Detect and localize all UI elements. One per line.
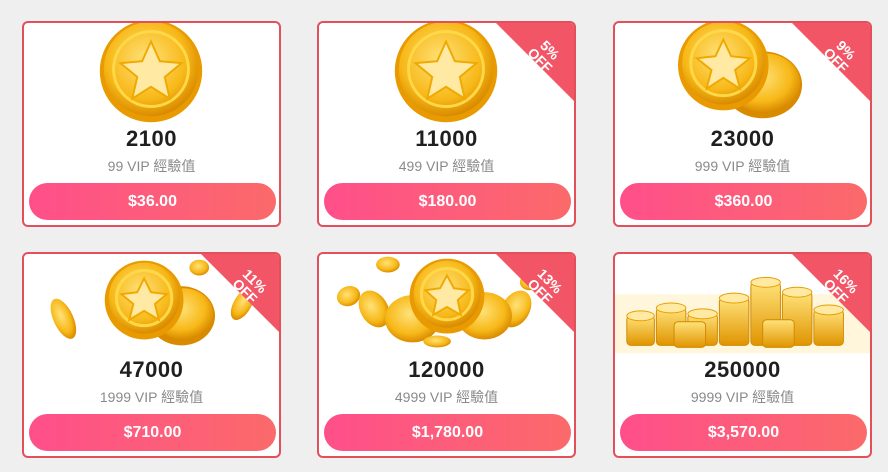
price-button[interactable]: $360.00 [620, 183, 867, 220]
price-button[interactable]: $180.00 [324, 183, 571, 220]
discount-ribbon: 9% OFF [792, 23, 870, 101]
coin-amount: 23000 [710, 126, 775, 151]
package-card[interactable]: 11% OFF 47000 1999 VIP 經驗值 $710.00 [22, 252, 281, 458]
vip-points: 999 VIP 經驗值 [694, 158, 791, 174]
price-button[interactable]: $3,570.00 [620, 414, 867, 451]
coin-amount: 47000 [119, 357, 184, 382]
coin-amount: 11000 [415, 126, 478, 151]
vip-points: 4999 VIP 經驗值 [394, 389, 499, 405]
package-card[interactable]: 16% OFF 250000 9999 VIP 經驗值 $3,570.00 [613, 252, 872, 458]
coin-amount: 120000 [408, 357, 485, 382]
vip-points: 9999 VIP 經驗值 [690, 389, 795, 405]
package-card[interactable]: 5% OFF 11000 499 VIP 經驗值 $180.00 [317, 21, 576, 227]
price-button[interactable]: $36.00 [29, 183, 276, 220]
price-button[interactable]: $710.00 [29, 414, 276, 451]
vip-points: 499 VIP 經驗值 [398, 158, 495, 174]
discount-ribbon: 16% OFF [792, 254, 870, 332]
vip-points: 1999 VIP 經驗值 [99, 389, 204, 405]
discount-ribbon: 11% OFF [201, 254, 279, 332]
discount-ribbon: 5% OFF [496, 23, 574, 101]
coin-amount: 250000 [704, 357, 781, 382]
package-card[interactable]: 9% OFF 23000 999 VIP 經驗值 $360.00 [613, 21, 872, 227]
package-card[interactable]: 13% OFF 120000 4999 VIP 經驗值 $1,780.00 [317, 252, 576, 458]
price-button[interactable]: $1,780.00 [324, 414, 571, 451]
vip-points: 99 VIP 經驗值 [107, 158, 196, 174]
coin-amount: 2100 [126, 126, 177, 151]
discount-ribbon: 13% OFF [496, 254, 574, 332]
package-card[interactable]: 2100 99 VIP 經驗值 $36.00 [22, 21, 281, 227]
single-star-coin-icon [99, 23, 203, 123]
